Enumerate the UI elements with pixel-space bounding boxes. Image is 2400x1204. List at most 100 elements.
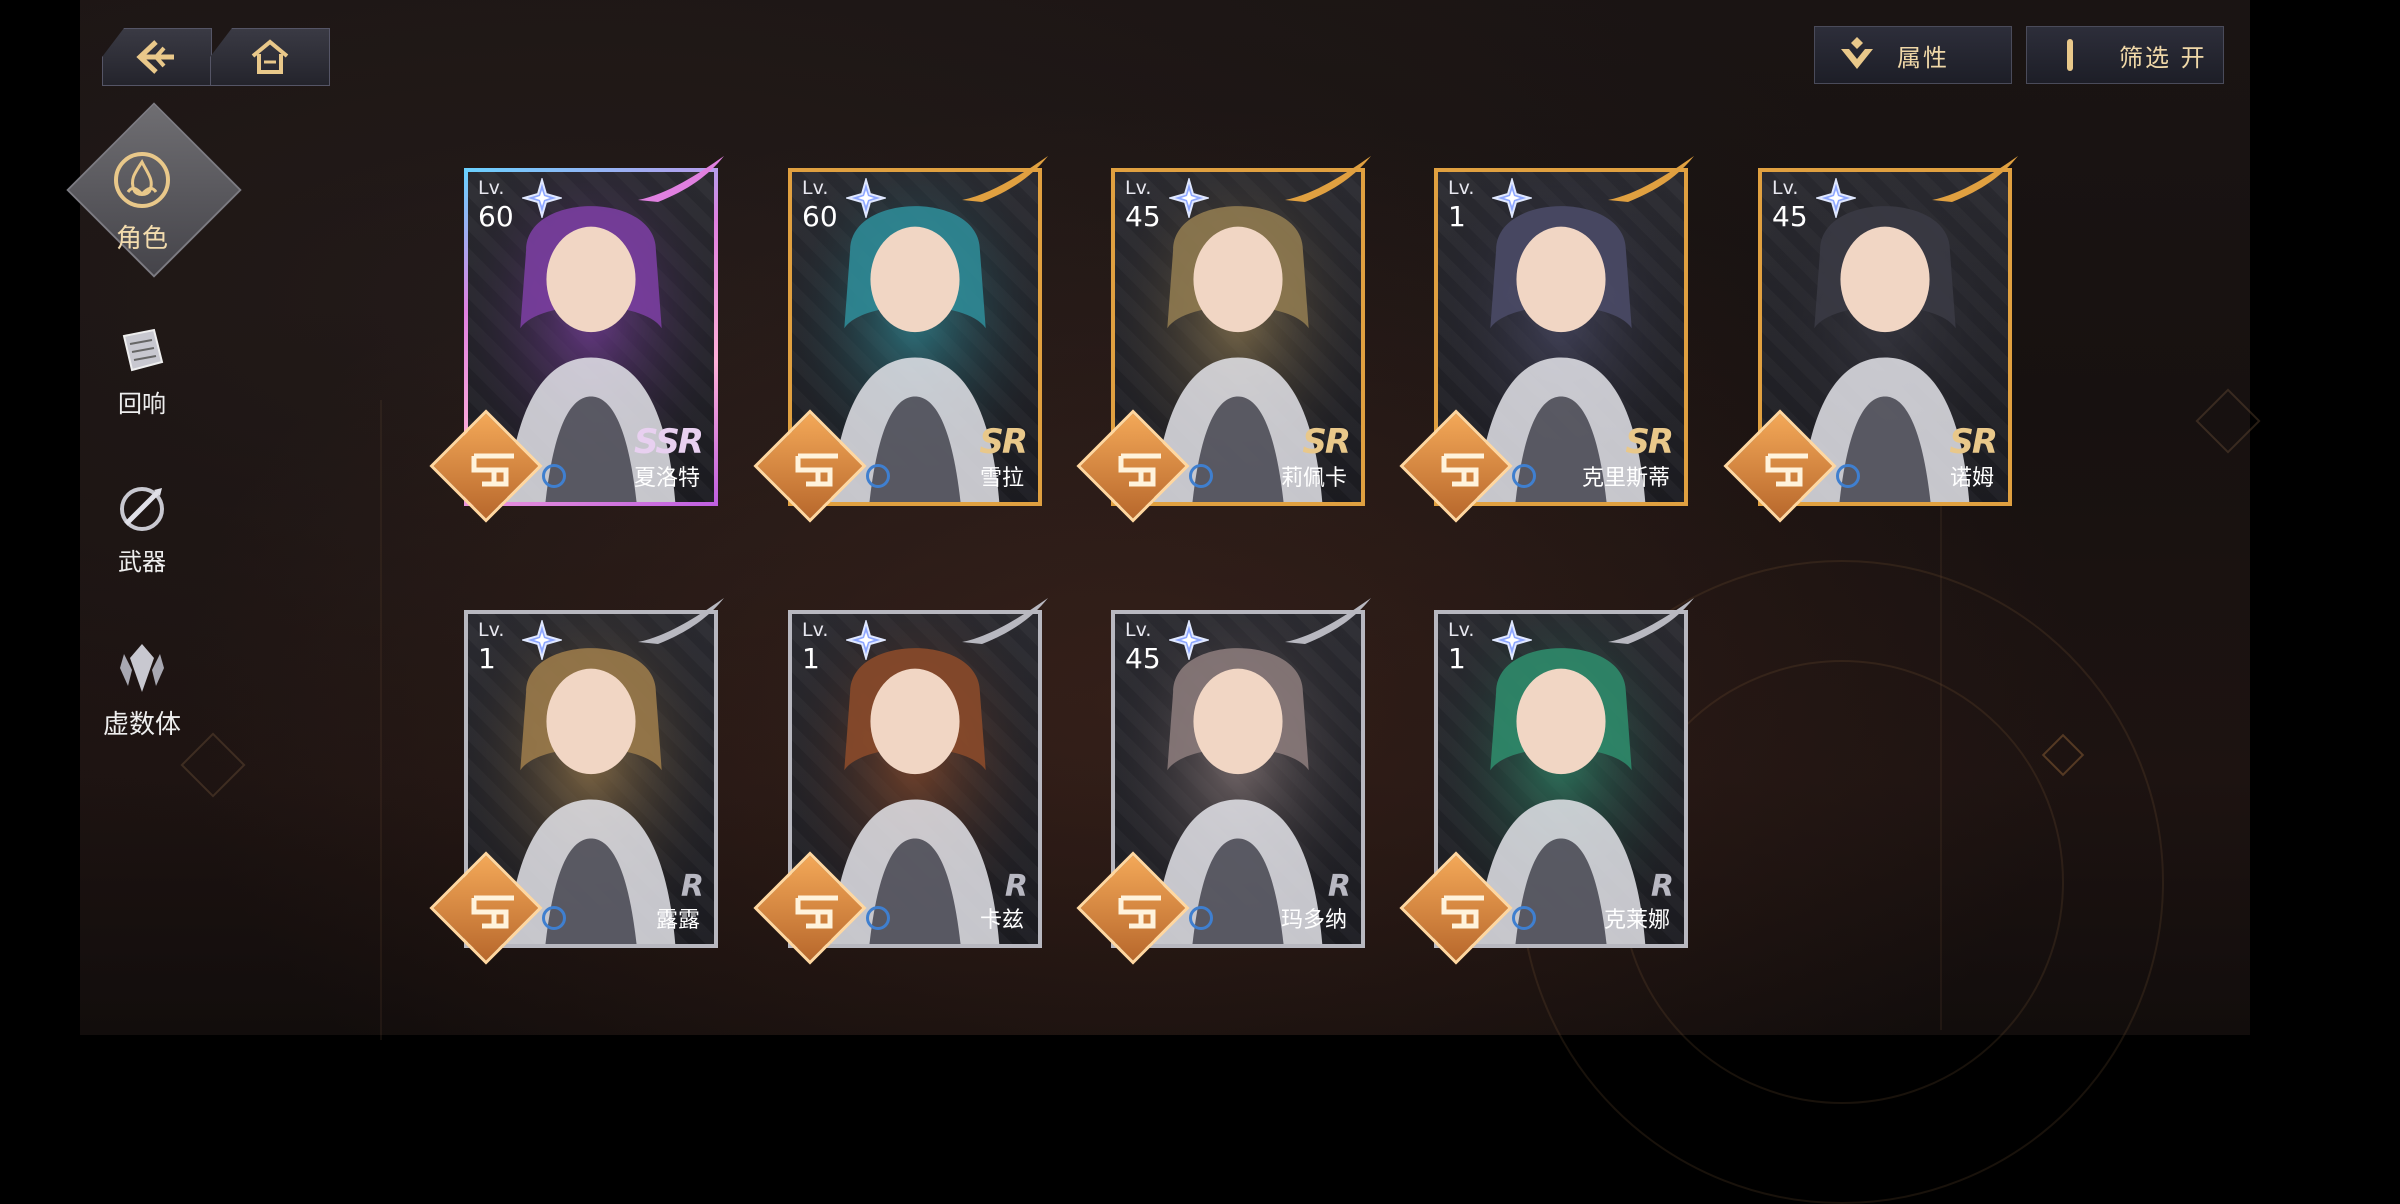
sidebar-item-echo[interactable]: 回响 [98, 326, 186, 419]
back-arrow-icon [136, 40, 174, 74]
star-icon [846, 178, 886, 218]
frame-ornament-icon [1608, 156, 1694, 202]
sidebar-label-imaginary: 虚数体 [102, 710, 181, 740]
character-card[interactable]: Lv. 45 R 玛多纳 [1076, 598, 1371, 965]
level-value: 60 [802, 200, 838, 233]
star-icon [1492, 620, 1532, 660]
rarity-badge: SR [1949, 422, 1998, 462]
attribute-button[interactable]: 属性 [1814, 26, 2012, 84]
class-emblem-icon [1441, 895, 1484, 929]
level-value: 60 [478, 200, 514, 233]
frame-ornament-icon [1608, 598, 1694, 644]
level-prefix: Lv. [1125, 619, 1152, 641]
rarity-badge: SSR [634, 422, 704, 462]
element-icon [1512, 906, 1536, 930]
attribute-label: 属性 [1897, 43, 1949, 72]
character-name: 克里斯蒂 [1581, 466, 1670, 491]
level-prefix: Lv. [802, 177, 829, 199]
class-emblem-icon [471, 453, 514, 487]
imaginary-crest-icon [120, 644, 164, 692]
character-card[interactable]: Lv. 60 SSR 夏洛特 [429, 156, 724, 523]
flame-emblem-icon [114, 152, 170, 208]
character-name: 夏洛特 [633, 466, 700, 491]
level-prefix: Lv. [478, 177, 505, 199]
element-icon [1512, 464, 1536, 488]
frame-ornament-icon [638, 156, 724, 202]
element-icon [1189, 906, 1213, 930]
frame-ornament-icon [638, 598, 724, 644]
element-icon [1189, 464, 1213, 488]
star-icon [1492, 178, 1532, 218]
rarity-badge: SR [979, 422, 1028, 462]
character-card[interactable]: Lv. 45 SR 莉佩卡 [1076, 156, 1371, 523]
rarity-badge: R [680, 869, 704, 904]
sidebar-item-characters[interactable]: 角色 [98, 150, 186, 255]
sidebar-label-characters: 角色 [115, 224, 168, 254]
class-emblem-icon [1118, 895, 1161, 929]
character-card[interactable]: Lv. 60 SR 雪拉 [753, 156, 1048, 523]
rarity-badge: R [1004, 869, 1028, 904]
element-icon [866, 906, 890, 930]
frame-ornament-icon [1932, 156, 2018, 202]
level-value: 45 [1125, 200, 1161, 233]
character-card[interactable]: Lv. 1 R 卡兹 [753, 598, 1048, 965]
class-emblem-icon [1765, 453, 1808, 487]
class-emblem-icon [795, 453, 838, 487]
frame-ornament-icon [1285, 598, 1371, 644]
star-icon [1169, 178, 1209, 218]
back-button[interactable] [102, 28, 212, 86]
character-card[interactable]: Lv. 45 SR 诺姆 [1723, 156, 2018, 523]
level-value: 45 [1772, 200, 1808, 233]
filter-indicator-icon [2067, 39, 2073, 71]
decorative-line [380, 400, 382, 1040]
level-value: 45 [1125, 642, 1161, 675]
sidebar-item-weapon[interactable]: 武器 [98, 484, 186, 577]
sidebar-label-weapon: 武器 [118, 548, 166, 576]
class-emblem-icon [471, 895, 514, 929]
home-button[interactable] [210, 28, 330, 86]
character-name: 诺姆 [1949, 466, 1994, 491]
level-prefix: Lv. [1125, 177, 1152, 199]
filter-label: 筛选 开 [2119, 43, 2207, 72]
character-name: 玛多纳 [1280, 908, 1347, 933]
character-name: 卡兹 [979, 908, 1024, 933]
class-emblem-icon [1441, 453, 1484, 487]
element-icon [866, 464, 890, 488]
decorative-diamond [2195, 388, 2261, 454]
character-name: 莉佩卡 [1280, 466, 1347, 491]
level-value: 1 [1448, 642, 1466, 675]
star-icon [846, 620, 886, 660]
level-prefix: Lv. [1448, 619, 1475, 641]
character-card[interactable]: Lv. 1 R 克莱娜 [1399, 598, 1694, 965]
level-prefix: Lv. [1772, 177, 1799, 199]
sidebar-item-imaginary[interactable]: 虚数体 [98, 640, 186, 741]
rarity-badge: SR [1625, 422, 1674, 462]
element-icon [542, 464, 566, 488]
character-card[interactable]: Lv. 1 R 露露 [429, 598, 724, 965]
weapon-icon [120, 487, 164, 531]
decorative-diamond [180, 732, 246, 798]
class-emblem-icon [1118, 453, 1161, 487]
attribute-diamond-icon [1841, 37, 1873, 69]
star-icon [522, 620, 562, 660]
level-prefix: Lv. [1448, 177, 1475, 199]
character-card[interactable]: Lv. 1 SR 克里斯蒂 [1399, 156, 1694, 523]
sidebar-label-echo: 回响 [118, 390, 166, 418]
home-icon [251, 39, 289, 74]
filter-button[interactable]: 筛选 开 [2026, 26, 2224, 84]
level-value: 1 [478, 642, 496, 675]
rarity-badge: R [1327, 869, 1351, 904]
level-prefix: Lv. [802, 619, 829, 641]
element-icon [1836, 464, 1860, 488]
star-icon [1169, 620, 1209, 660]
frame-ornament-icon [962, 156, 1048, 202]
star-icon [522, 178, 562, 218]
level-value: 1 [802, 642, 820, 675]
frame-ornament-icon [962, 598, 1048, 644]
rarity-badge: SR [1302, 422, 1351, 462]
character-name: 雪拉 [979, 466, 1024, 491]
character-name: 克莱娜 [1603, 908, 1670, 933]
frame-ornament-icon [1285, 156, 1371, 202]
level-prefix: Lv. [478, 619, 505, 641]
class-emblem-icon [795, 895, 838, 929]
